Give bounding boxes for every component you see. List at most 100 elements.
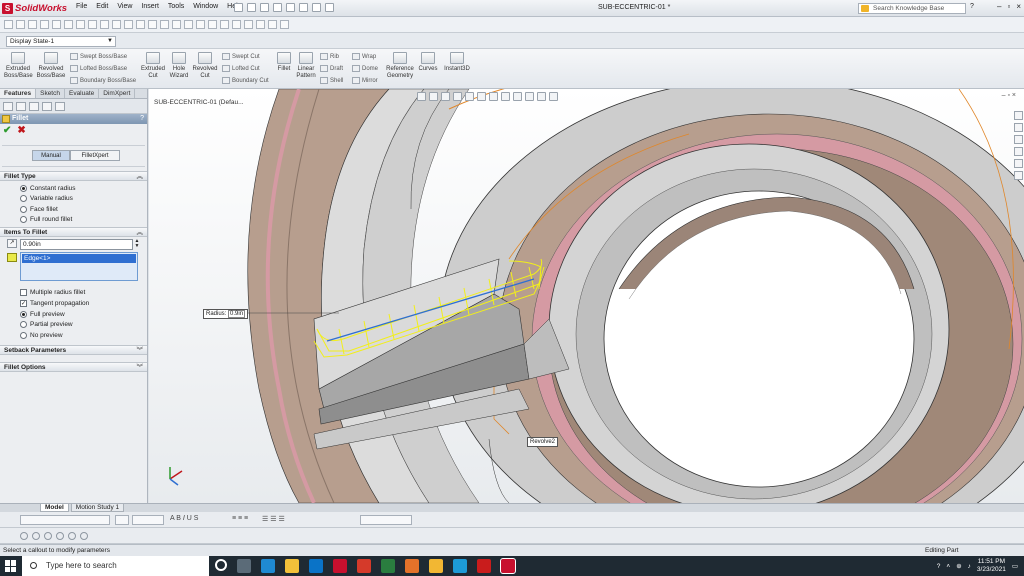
face-fillet-radio[interactable]: Face fillet [0,204,147,215]
mail-icon[interactable] [309,559,323,573]
toolbar-btn-3-icon[interactable] [28,20,37,29]
toolbar-btn-1-icon[interactable] [4,20,13,29]
font-select[interactable] [20,515,110,525]
toolbar-btn-21-icon[interactable] [244,20,253,29]
fillet-type-section[interactable]: Fillet Type ︽ [0,171,147,181]
tab-sketch[interactable]: Sketch [36,89,65,98]
view-orientation-icon[interactable] [465,92,474,101]
variable-radius-radio[interactable]: Variable radius [0,194,147,205]
display-style-icon[interactable] [477,92,486,101]
toolbar-btn-9-icon[interactable] [100,20,109,29]
zoom-fit-icon[interactable] [417,92,426,101]
rebuild-icon[interactable] [312,3,321,12]
undo-icon[interactable] [286,3,295,12]
toolbar-btn-15-icon[interactable] [172,20,181,29]
configuration-manager-icon[interactable] [29,102,39,111]
minimize-icon[interactable]: – [997,2,1001,11]
edit-appearance-icon[interactable] [501,92,510,101]
acrobat-icon[interactable] [477,559,491,573]
help-icon[interactable]: ? [970,3,974,10]
toolbar-btn-7-icon[interactable] [76,20,85,29]
swept-cut-button[interactable]: Swept Cut [222,53,260,60]
shadows-icon[interactable] [549,92,558,101]
cortana-icon[interactable] [215,559,227,571]
close-icon[interactable]: × [1016,2,1021,11]
toolbar-btn-10-icon[interactable] [112,20,121,29]
feature-tree-flyout[interactable]: SUB-ECCENTRIC-01 (Defau... [154,99,244,106]
toolbar-btn-13-icon[interactable] [148,20,157,29]
restore-icon[interactable]: ▫ [1007,2,1010,11]
tab-dimxpert[interactable]: DimXpert [99,89,136,98]
arc-icon[interactable] [32,532,40,540]
tab-model[interactable]: Model [40,504,69,512]
windows-start-icon[interactable] [5,560,17,572]
toolbar-btn-22-icon[interactable] [256,20,265,29]
section-view-icon[interactable] [453,92,462,101]
toolbar-btn-14-icon[interactable] [160,20,169,29]
toolbar-btn-20-icon[interactable] [232,20,241,29]
realview-icon[interactable] [537,92,546,101]
previous-view-icon[interactable] [441,92,450,101]
toolbar-btn-12-icon[interactable] [136,20,145,29]
mirror-button[interactable]: Mirror [352,77,378,84]
hide-show-icon[interactable] [489,92,498,101]
solidworks-resources-icon[interactable] [1014,111,1023,120]
new-icon[interactable] [234,3,243,12]
file-explorer-icon[interactable] [1014,135,1023,144]
help-menu[interactable]: ? [970,3,974,10]
filletxpert-tab[interactable]: FilletXpert [70,150,120,161]
dome-button[interactable]: Dome [352,65,378,72]
select-icon[interactable] [299,3,308,12]
radius-callout[interactable]: Radius: 0.9in [203,309,249,319]
menu-file[interactable]: File [76,3,87,10]
network-icon[interactable]: ⊕ [956,562,961,570]
line-icon[interactable] [80,532,88,540]
firefox-icon[interactable] [405,559,419,573]
cancel-x-icon[interactable]: ✖ [17,125,25,136]
taskbar-search[interactable]: Type here to search [22,556,209,576]
solidworks-app-icon[interactable] [333,559,347,573]
bold-icon[interactable]: A B I U S [170,515,198,522]
no-preview-radio[interactable]: No preview [0,330,147,341]
open-icon[interactable] [247,3,256,12]
instant3d-button[interactable]: Instant3D [443,52,471,73]
toolbar-btn-6-icon[interactable] [64,20,73,29]
toolbar-btn-16-icon[interactable] [184,20,193,29]
options-icon[interactable] [325,3,334,12]
radius-spinner[interactable]: ▲ ▼ [134,239,140,250]
display-state-select[interactable]: Display State-1 ▼ [6,36,116,47]
view-palette-icon[interactable] [1014,147,1023,156]
app-icon-blue[interactable] [453,559,467,573]
toolbar-btn-19-icon[interactable] [220,20,229,29]
volume-icon[interactable]: ♪ [968,563,971,570]
help-tray-icon[interactable]: ? [937,563,941,570]
chrome-icon[interactable] [429,559,443,573]
tab-motion-study[interactable]: Motion Study 1 [70,504,125,512]
boundary-cut-button[interactable]: Boundary Cut [222,77,269,84]
lofted-cut-button[interactable]: Lofted Cut [222,65,260,72]
appearances-icon[interactable] [1014,159,1023,168]
toolbar-btn-24-icon[interactable] [280,20,289,29]
full-preview-radio[interactable]: Full preview [0,309,147,320]
toolbar-btn-23-icon[interactable] [268,20,277,29]
layer-select[interactable] [360,515,412,525]
align-icons[interactable]: ≡ ≡ ≡ [232,515,248,522]
point-icon[interactable] [68,532,76,540]
help-icon[interactable]: ? [140,114,144,124]
linear-pattern-button[interactable]: Linear Pattern [296,52,316,80]
solidworks-active-icon[interactable] [500,558,516,574]
reference-geometry-button[interactable]: Reference Geometry [384,52,416,80]
full-round-fillet-radio[interactable]: Full round fillet [0,215,147,226]
dimxpert-manager-icon[interactable] [42,102,52,111]
manual-tab[interactable]: Manual [32,150,70,161]
draft-button[interactable]: Draft [320,65,343,72]
design-library-icon[interactable] [1014,123,1023,132]
swept-boss-button[interactable]: Swept Boss/Base [70,53,127,60]
spline-icon[interactable] [56,532,64,540]
property-manager-icon[interactable] [16,102,26,111]
partial-preview-radio[interactable]: Partial preview [0,320,147,331]
fillet-button[interactable]: Fillet [274,52,294,73]
display-manager-icon[interactable] [55,102,65,111]
toolbar-btn-17-icon[interactable] [196,20,205,29]
toolbar-btn-18-icon[interactable] [208,20,217,29]
